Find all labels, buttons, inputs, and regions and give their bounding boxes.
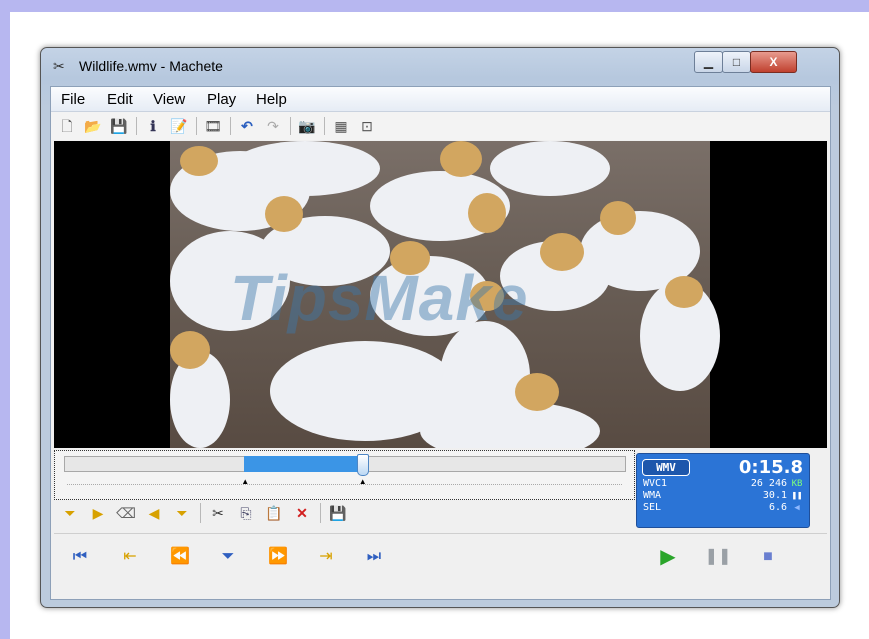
gannet-head	[180, 146, 218, 176]
delete-icon[interactable]: ✕	[292, 503, 312, 523]
status-value-selection: 6.6	[768, 502, 787, 513]
toolbar-separator	[290, 117, 291, 135]
selection-end-marker[interactable]: ▲	[359, 478, 367, 486]
select-in-icon[interactable]: ▶	[88, 503, 108, 523]
toolbar-separator	[200, 503, 201, 523]
window-title: Wildlife.wmv - Machete	[79, 58, 223, 74]
menu-edit[interactable]: Edit	[107, 91, 133, 108]
properties-icon[interactable]: 📝	[169, 116, 189, 136]
client-area: File Edit View Play Help 🗋 📂 💾 ℹ 📝 🎞 ↶ ↷…	[50, 86, 831, 600]
toolbar-separator	[196, 117, 197, 135]
timeline-ruler	[67, 484, 622, 486]
watermark-text: TipsMake	[230, 262, 529, 334]
toolbar-separator	[136, 117, 137, 135]
title-bar[interactable]: ✂ Wildlife.wmv - Machete ▁ □ X	[41, 48, 839, 84]
maximize-button[interactable]: □	[722, 51, 751, 73]
gannet-head	[515, 373, 559, 411]
video-frame: TipsMake	[170, 141, 720, 448]
redo-icon[interactable]: ↷	[263, 116, 283, 136]
pause-icon[interactable]: ❚❚	[704, 545, 732, 569]
save-selection-icon[interactable]: 💾	[328, 503, 348, 523]
status-label-selection: SEL	[643, 502, 662, 513]
format-badge: WMV	[642, 459, 690, 476]
next-mark-icon[interactable]: ⇥	[312, 545, 340, 569]
main-toolbar: 🗋 📂 💾 ℹ 📝 🎞 ↶ ↷ 📷 ▦ ⊡	[51, 112, 830, 140]
menu-file[interactable]: File	[61, 91, 85, 108]
film-icon[interactable]: 🎞	[203, 116, 223, 136]
menu-view[interactable]: View	[153, 91, 185, 108]
selection-indicator-icon: ◀	[794, 503, 800, 513]
paste-icon[interactable]: 📋	[264, 503, 284, 523]
machete-app-icon: ✂	[53, 58, 65, 74]
cut-frame-icon[interactable]: ⊡	[357, 116, 377, 136]
go-to-end-icon[interactable]: ⏭	[360, 545, 388, 569]
status-unit-video: KB	[791, 479, 803, 489]
video-viewport[interactable]: TipsMake	[54, 141, 827, 448]
gannet-head	[665, 276, 703, 308]
menu-help[interactable]: Help	[256, 91, 287, 108]
toolbar-separator	[324, 117, 325, 135]
mark-in-icon[interactable]: ⏷	[60, 503, 80, 523]
gannet-head	[440, 141, 482, 177]
open-icon[interactable]: 📂	[83, 116, 103, 136]
minimize-button[interactable]: ▁	[694, 51, 723, 73]
stop-icon[interactable]: ■	[754, 545, 782, 569]
step-frame-icon[interactable]: ⏷	[214, 545, 242, 569]
gannet-head	[468, 193, 506, 233]
status-panel: WMV 0:15.8 WVC1 26 246 KB WMA 30.1 ❚❚ SE…	[636, 453, 810, 528]
toolbar-separator	[230, 117, 231, 135]
mark-out-icon[interactable]: ⏷	[172, 503, 192, 523]
gannet-head	[170, 331, 210, 369]
select-out-icon[interactable]: ◀	[144, 503, 164, 523]
status-value-audio: 30.1	[762, 490, 787, 501]
pause-indicator-icon: ❚❚	[791, 491, 803, 501]
undo-icon[interactable]: ↶	[237, 116, 257, 136]
gannet-head	[540, 233, 584, 271]
selection-start-marker[interactable]: ▲	[241, 478, 249, 486]
gannet-head	[265, 196, 303, 232]
gannet-bird	[490, 141, 610, 196]
erase-icon[interactable]: ⌫	[116, 503, 136, 523]
selection-range[interactable]	[244, 456, 362, 472]
current-time: 0:15.8	[738, 457, 803, 478]
status-value-video: 26 246	[750, 478, 787, 489]
edit-toolbar: ⏷ ▶ ⌫ ◀ ⏷ ✂ ⎘ 📋 ✕ 💾	[54, 500, 633, 526]
new-icon[interactable]: 🗋	[57, 116, 77, 136]
previous-mark-icon[interactable]: ⇤	[116, 545, 144, 569]
go-to-start-icon[interactable]: ⏮	[66, 545, 94, 569]
status-label-video: WVC1	[643, 478, 668, 489]
divider	[54, 533, 827, 534]
timeline-area: ▲ ▲	[54, 450, 635, 500]
app-window: ✂ Wildlife.wmv - Machete ▁ □ X File Edit…	[40, 47, 840, 608]
fast-forward-icon[interactable]: ⏩	[264, 545, 292, 569]
playhead-thumb[interactable]	[356, 454, 369, 476]
status-label-audio: WMA	[643, 490, 662, 501]
play-icon[interactable]: ▶	[654, 545, 682, 569]
frame-icon[interactable]: ▦	[331, 116, 351, 136]
transport-bar: ⏮ ⇤ ⏪ ⏷ ⏩ ⇥ ⏭ ▶ ❚❚ ■	[54, 537, 827, 577]
close-button[interactable]: X	[750, 51, 797, 73]
snapshot-icon[interactable]: 📷	[297, 116, 317, 136]
rewind-icon[interactable]: ⏪	[166, 545, 194, 569]
gannet-bird	[230, 141, 380, 196]
gannet-head	[600, 201, 636, 235]
cut-icon[interactable]: ✂	[208, 503, 228, 523]
copy-icon[interactable]: ⎘	[236, 503, 256, 523]
menu-bar: File Edit View Play Help	[51, 87, 830, 112]
menu-play[interactable]: Play	[207, 91, 236, 108]
toolbar-separator	[320, 503, 321, 523]
info-icon[interactable]: ℹ	[143, 116, 163, 136]
save-icon[interactable]: 💾	[109, 116, 129, 136]
